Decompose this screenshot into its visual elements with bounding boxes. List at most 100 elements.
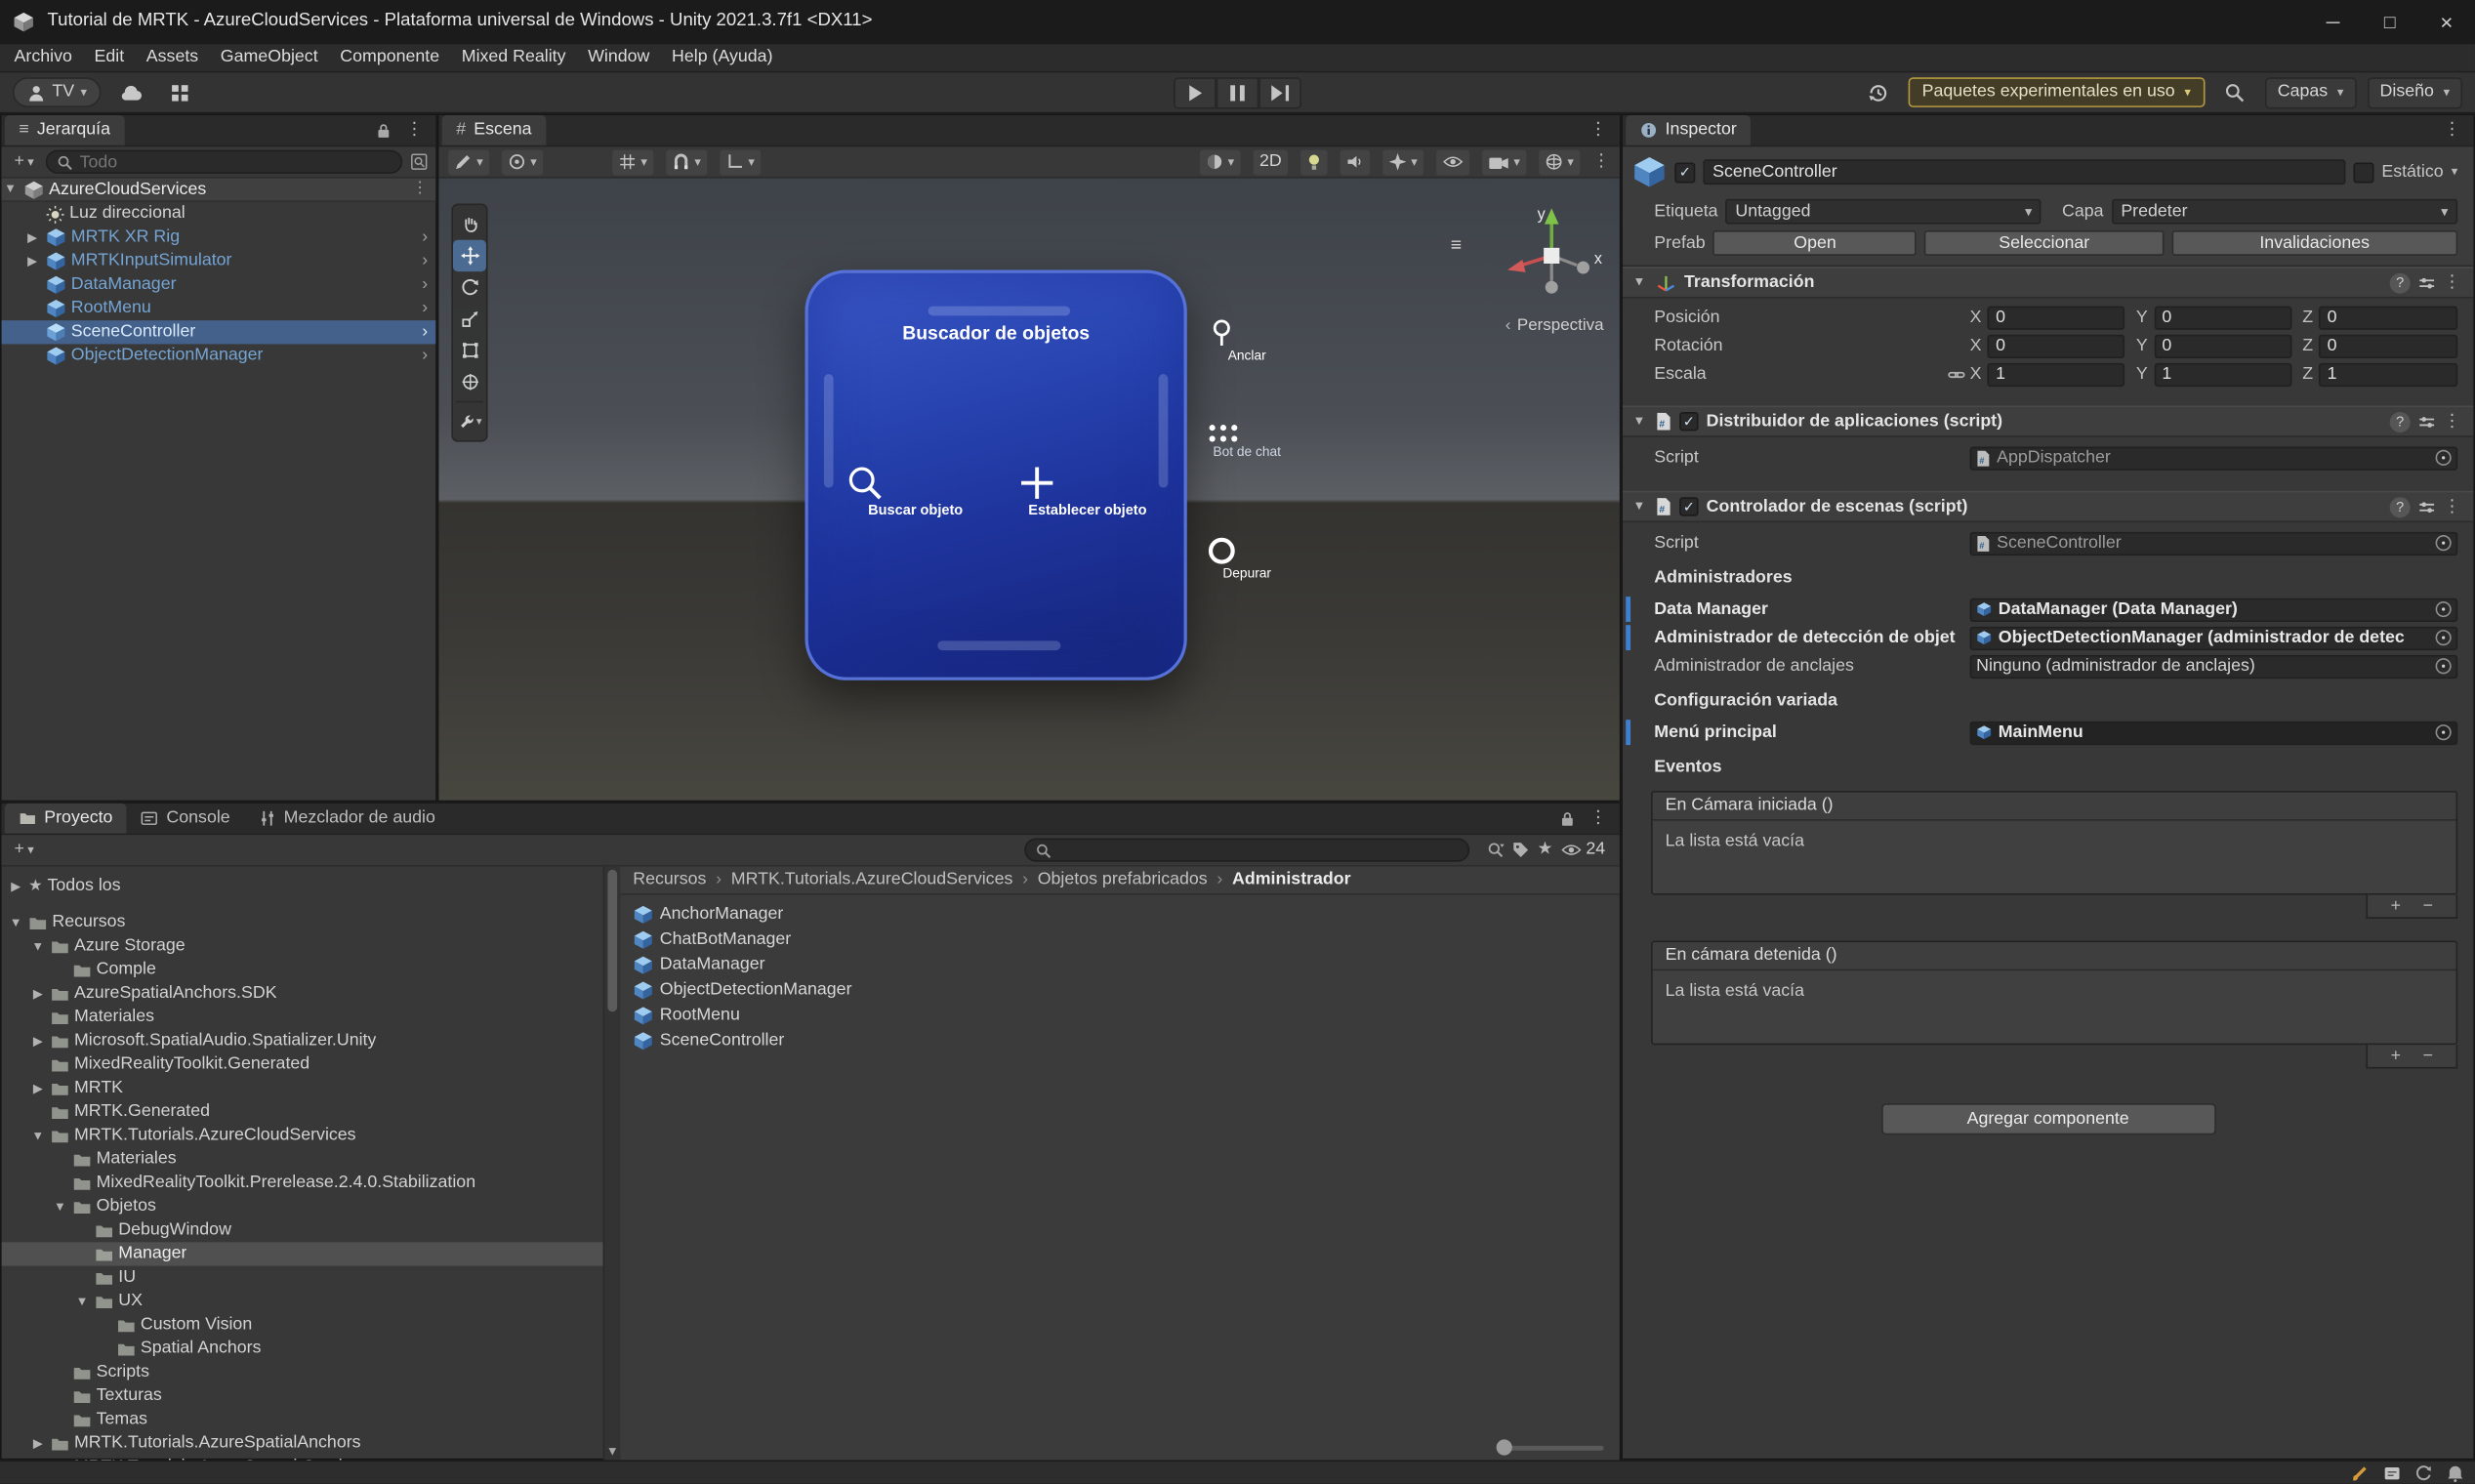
help-icon[interactable]: ? <box>2389 496 2411 517</box>
shading-mode-dropdown[interactable]: ▾ <box>1199 148 1241 175</box>
tree-item[interactable]: ▼ Recursos <box>2 911 603 934</box>
pause-button[interactable] <box>1216 77 1259 109</box>
hierarchy-item-prefab[interactable]: ▶ MRTKInputSimulator › <box>2 249 436 272</box>
search-object-button[interactable]: Buscar objeto <box>845 463 987 518</box>
tool-settings-dropdown[interactable]: ▾ <box>448 148 490 175</box>
add-event-button[interactable]: + <box>2391 1047 2401 1065</box>
menu-mixed-reality[interactable]: Mixed Reality <box>450 43 576 71</box>
effects-dropdown[interactable]: ▾ <box>1382 148 1424 175</box>
scene-viewport[interactable]: ▾ Buscador de objetos Buscar objeto Esta… <box>438 178 1620 801</box>
chevron-down-icon[interactable]: ▾ <box>2452 165 2457 179</box>
snap-dropdown[interactable]: ▾ <box>666 148 708 175</box>
enabled-checkbox[interactable]: ✓ <box>1679 411 1699 432</box>
add-component-button[interactable]: Agregar componente <box>1880 1103 2216 1135</box>
refresh-status-icon[interactable] <box>2415 1463 2433 1481</box>
slider-knob[interactable] <box>1496 1439 1512 1456</box>
project-search[interactable] <box>1024 838 1469 862</box>
position-x-field[interactable]: 0 <box>1987 305 2125 330</box>
search-pick-icon[interactable] <box>410 153 428 171</box>
layer-dropdown[interactable]: Predeter ▾ <box>2111 198 2458 225</box>
hierarchy-item-prefab[interactable]: RootMenu › <box>2 297 436 320</box>
tree-scrollbar[interactable]: ▼ <box>602 866 621 1463</box>
favorites-star-icon[interactable]: ★ <box>1537 841 1552 859</box>
tree-item[interactable]: MRTK.Generated <box>2 1100 603 1124</box>
tree-item[interactable]: MixedRealityToolkit.Generated <box>2 1052 603 1076</box>
scale-y-field[interactable]: 1 <box>2154 362 2291 387</box>
remove-event-button[interactable]: − <box>2423 1047 2433 1065</box>
prefab-open-button[interactable]: Open <box>1712 230 1918 256</box>
tree-item[interactable]: ▼ Objetos <box>2 1195 603 1218</box>
foldout-icon[interactable]: ▼ <box>1630 414 1648 428</box>
menu-window[interactable]: Window <box>577 43 661 71</box>
cloud-services-button[interactable] <box>112 76 150 107</box>
add-gameobject-button[interactable]: + ▾ <box>10 149 39 175</box>
object-picker-icon[interactable] <box>2435 535 2452 552</box>
object-picker-icon[interactable] <box>2435 724 2452 741</box>
object-picker-icon[interactable] <box>2435 600 2452 618</box>
file-item[interactable]: RootMenu <box>620 1003 1619 1028</box>
hierarchy-search[interactable] <box>46 149 403 174</box>
file-item[interactable]: AnchorManager <box>620 901 1619 927</box>
menu-help[interactable]: Help (Ayuda) <box>661 43 784 71</box>
file-item[interactable]: SceneController <box>620 1027 1619 1052</box>
step-button[interactable] <box>1258 77 1301 109</box>
perspective-toggle[interactable]: ‹ Perspectiva <box>1506 317 1604 334</box>
gizmos-dropdown[interactable]: ▾ <box>1539 148 1581 175</box>
layout-dropdown[interactable]: Diseño ▾ <box>2367 76 2463 108</box>
more-icon[interactable]: ⋮ <box>1589 809 1607 827</box>
gameobject-name-field[interactable]: SceneController <box>1703 159 2346 186</box>
tree-item[interactable]: Materiales <box>2 1147 603 1171</box>
foldout-icon[interactable]: ▶ <box>23 254 41 268</box>
scene-visibility-toggle[interactable] <box>1436 148 1470 175</box>
hidden-count-badge[interactable]: 24 <box>1560 841 1612 859</box>
account-dropdown[interactable]: TV ▾ <box>12 77 102 107</box>
scene-audio-toggle[interactable] <box>1340 148 1371 175</box>
presets-icon[interactable] <box>2418 413 2436 431</box>
hierarchy-item-prefab[interactable]: DataManager › <box>2 273 436 297</box>
breadcrumb-item[interactable]: Recursos <box>633 871 706 888</box>
lock-icon[interactable] <box>376 122 392 138</box>
scale-x-field[interactable]: 1 <box>1987 362 2125 387</box>
hierarchy-item-prefab-selected[interactable]: SceneController › <box>1 320 436 345</box>
tree-item[interactable]: Comple <box>2 958 603 981</box>
tree-item[interactable]: ▶ MRTK.Tutorials.AzureSpatialAnchors <box>2 1431 603 1455</box>
console-status-icon[interactable] <box>2383 1463 2401 1481</box>
tree-item-selected[interactable]: Manager <box>1 1242 603 1266</box>
menu-gameobject[interactable]: GameObject <box>209 43 328 71</box>
custom-tool-dropdown[interactable]: ▾ <box>453 405 486 436</box>
rotate-tool[interactable] <box>453 271 486 303</box>
tree-item[interactable]: ▶ Microsoft.SpatialAudio.Spatializer.Unit… <box>2 1029 603 1052</box>
scale-tool[interactable] <box>453 303 486 334</box>
hand-tool[interactable] <box>453 208 486 239</box>
tree-item[interactable]: ▶ AzureSpatialAnchors.SDK <box>2 982 603 1006</box>
presets-icon[interactable] <box>2418 498 2436 515</box>
minimize-icon[interactable]: ─ <box>2304 0 2361 44</box>
hierarchy-search-input[interactable] <box>79 152 392 172</box>
orientation-gizmo[interactable]: y x <box>1497 200 1607 310</box>
tab-escena[interactable]: # Escena <box>441 115 547 145</box>
event-header[interactable]: En cámara detenida () <box>1652 942 2456 971</box>
more-icon[interactable]: ⋮ <box>412 181 428 197</box>
object-field[interactable]: ObjectDetectionManager (administrador de… <box>1969 626 2458 650</box>
tree-item[interactable]: Spatial Anchors <box>2 1337 603 1360</box>
position-y-field[interactable]: 0 <box>2154 305 2291 330</box>
tree-item[interactable]: Texturas <box>2 1384 603 1408</box>
object-picker-icon[interactable] <box>2435 630 2452 646</box>
script-object-field[interactable]: # SceneController <box>1969 531 2458 556</box>
menu-componente[interactable]: Componente <box>329 43 450 71</box>
tree-item[interactable]: Scripts <box>2 1361 603 1384</box>
more-icon[interactable]: ⋮ <box>1592 152 1610 171</box>
camera-overlay-menu-icon[interactable]: ≡ <box>1451 235 1462 254</box>
menu-archivo[interactable]: Archivo <box>3 43 83 71</box>
close-icon[interactable]: × <box>2418 0 2475 44</box>
search-filter-icon[interactable] <box>1487 842 1505 859</box>
anchor-button[interactable]: Anclar <box>1206 317 1288 362</box>
play-button[interactable] <box>1174 77 1217 109</box>
scale-z-field[interactable]: 1 <box>2319 362 2458 387</box>
more-icon[interactable]: ⋮ <box>1589 121 1607 139</box>
more-icon[interactable]: ⋮ <box>2444 412 2461 431</box>
breadcrumb-item[interactable]: Administrador <box>1232 871 1351 888</box>
presets-icon[interactable] <box>2418 273 2436 291</box>
rotation-y-field[interactable]: 0 <box>2154 333 2291 358</box>
more-icon[interactable]: ⋮ <box>2444 121 2461 139</box>
